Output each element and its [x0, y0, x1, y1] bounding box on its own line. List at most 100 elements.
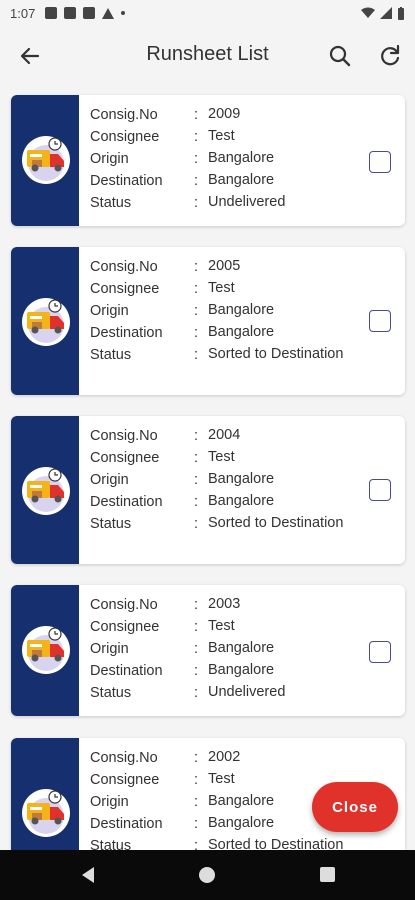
runsheet-list[interactable]: Consig.No:2009 Consignee: Test Origin: Ban… — [0, 86, 415, 850]
signal-icon — [380, 7, 392, 19]
origin-value: Bangalore — [208, 471, 275, 487]
delivery-truck-icon — [22, 467, 70, 515]
destination-label: Destination — [90, 816, 163, 832]
origin-label: Origin — [90, 794, 129, 810]
origin-label: Origin — [90, 472, 129, 488]
card-details: Consig.No:2009 Consignee: Test Origin: Ban… — [90, 104, 360, 214]
consignee-value: Test — [208, 449, 235, 465]
app-notification-icon — [83, 7, 96, 19]
wifi-icon — [361, 7, 375, 18]
close-button[interactable]: Close — [312, 782, 398, 832]
origin-value: Bangalore — [208, 302, 275, 318]
status-value: Sorted to Destination — [208, 346, 344, 362]
status-value: Sorted to Destination — [208, 515, 344, 531]
destination-label: Destination — [90, 325, 163, 341]
select-checkbox[interactable] — [369, 151, 391, 173]
consignee-value: Test — [208, 618, 235, 634]
status-label: Status — [90, 347, 132, 363]
status-time: 1:07 — [10, 5, 36, 21]
consig-no-value: 2009 — [208, 106, 241, 122]
refresh-icon[interactable] — [376, 42, 404, 70]
origin-label: Origin — [90, 303, 129, 319]
separator: : — [194, 347, 199, 363]
destination-label: Destination — [90, 494, 163, 510]
battery-icon — [398, 6, 404, 20]
select-checkbox[interactable] — [369, 310, 391, 332]
search-icon[interactable] — [326, 42, 354, 70]
separator: : — [194, 151, 199, 167]
app-bar: Runsheet List — [0, 26, 415, 86]
select-checkbox[interactable] — [369, 641, 391, 663]
separator: : — [194, 619, 199, 635]
consignee-label: Consignee — [90, 619, 160, 635]
destination-value: Bangalore — [208, 493, 275, 509]
separator: : — [194, 428, 199, 444]
warning-icon — [102, 7, 115, 19]
card-details: Consig.No:2005 Consignee: Test Origin: Ban… — [90, 256, 360, 366]
consig-no-value: 2005 — [208, 258, 241, 274]
separator: : — [194, 838, 199, 850]
separator: : — [194, 195, 199, 211]
consig-no-label: Consig.No — [90, 107, 158, 123]
status-value: Undelivered — [208, 684, 286, 700]
status-value: Sorted to Destination — [208, 837, 344, 850]
separator: : — [194, 472, 199, 488]
separator: : — [194, 816, 199, 832]
separator: : — [194, 281, 199, 297]
delivery-truck-icon — [22, 789, 70, 837]
runsheet-card[interactable]: Consig.No:2009 Consignee: Test Origin: Ban… — [11, 95, 405, 226]
nav-home-icon[interactable] — [199, 867, 215, 883]
separator: : — [194, 685, 199, 701]
consig-no-value: 2002 — [208, 749, 241, 765]
separator: : — [194, 794, 199, 810]
separator: : — [194, 494, 199, 510]
separator: : — [194, 107, 199, 123]
status-label: Status — [90, 516, 132, 532]
status-label: Status — [90, 838, 132, 850]
separator: : — [194, 772, 199, 788]
status-label: Status — [90, 685, 132, 701]
separator: : — [194, 325, 199, 341]
destination-value: Bangalore — [208, 324, 275, 340]
origin-label: Origin — [90, 641, 129, 657]
destination-value: Bangalore — [208, 172, 275, 188]
separator: : — [194, 641, 199, 657]
destination-value: Bangalore — [208, 662, 275, 678]
consignee-label: Consignee — [90, 129, 160, 145]
image-notification-icon — [64, 7, 77, 19]
card-details: Consig.No:2004 Consignee: Test Origin: Ban… — [90, 425, 360, 535]
consig-no-label: Consig.No — [90, 259, 158, 275]
more-notifications-dot-icon — [121, 11, 126, 15]
separator: : — [194, 450, 199, 466]
arrow-left-icon[interactable] — [16, 42, 44, 70]
separator: : — [194, 173, 199, 189]
runsheet-card[interactable]: Consig.No:2003 Consignee: Test Origin: Ban… — [11, 585, 405, 716]
separator: : — [194, 516, 199, 532]
runsheet-card[interactable]: Consig.No:2005 Consignee: Test Origin: Ban… — [11, 247, 405, 395]
origin-value: Bangalore — [208, 150, 275, 166]
runsheet-card[interactable]: Consig.No:2004 Consignee: Test Origin: Ban… — [11, 416, 405, 564]
separator: : — [194, 663, 199, 679]
consignee-label: Consignee — [90, 450, 160, 466]
status-value: Undelivered — [208, 194, 286, 210]
delivery-truck-icon — [22, 298, 70, 346]
card-details: Consig.No:2003 Consignee: Test Origin: Ban… — [90, 594, 360, 704]
consig-no-value: 2003 — [208, 596, 241, 612]
consig-no-label: Consig.No — [90, 597, 158, 613]
delivery-truck-icon — [22, 626, 70, 674]
nav-recents-icon[interactable] — [320, 867, 335, 882]
separator: : — [194, 750, 199, 766]
select-checkbox[interactable] — [369, 479, 391, 501]
delivery-truck-icon — [22, 136, 70, 184]
consig-no-label: Consig.No — [90, 750, 158, 766]
consig-no-value: 2004 — [208, 427, 241, 443]
nav-back-icon[interactable] — [82, 867, 94, 883]
separator: : — [194, 597, 199, 613]
system-nav-bar — [0, 850, 415, 900]
consig-no-label: Consig.No — [90, 428, 158, 444]
consignee-value: Test — [208, 128, 235, 144]
consignee-value: Test — [208, 280, 235, 296]
sim-notification-icon — [45, 7, 58, 19]
separator: : — [194, 259, 199, 275]
status-bar: 1:07 — [0, 0, 415, 26]
